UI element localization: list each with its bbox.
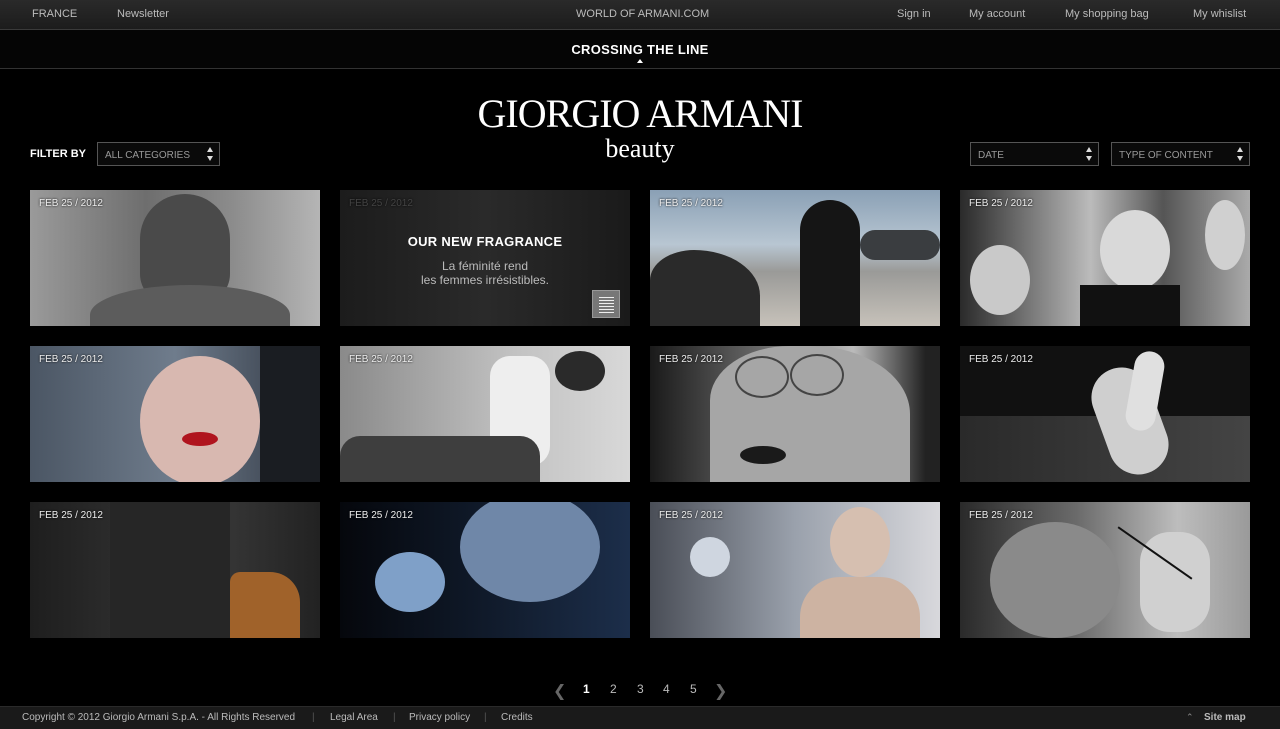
chevron-right-icon[interactable]: ❯	[714, 681, 727, 701]
image-figure	[1140, 532, 1210, 632]
gallery-tile-woman-lips[interactable]: FEB 25 / 2012	[30, 346, 320, 482]
page-link-2[interactable]: 2	[610, 682, 617, 696]
caret-up-icon	[637, 59, 643, 63]
credits-link[interactable]: Credits	[501, 712, 533, 723]
tile-title: OUR NEW FRAGRANCE	[407, 234, 563, 249]
image-figure	[140, 356, 260, 482]
image-figure	[735, 356, 789, 398]
date-select[interactable]: DATE	[970, 142, 1099, 166]
select-arrows-icon	[1237, 147, 1244, 162]
page-link-5[interactable]: 5	[690, 682, 697, 696]
image-figure	[830, 507, 890, 577]
chevron-left-icon[interactable]: ❮	[553, 681, 566, 701]
page-link-3[interactable]: 3	[637, 682, 644, 696]
tile-description: La féminité rend les femmes irrésistible…	[340, 259, 630, 287]
country-selector[interactable]: FRANCE	[32, 8, 77, 20]
gallery-tile-woman-portrait[interactable]: FEB 25 / 2012	[650, 502, 940, 638]
shopping-bag-link[interactable]: My shopping bag	[1065, 8, 1149, 20]
brand-logo[interactable]: GIORGIO ARMANI	[0, 92, 1280, 136]
tile-description-line: les femmes irrésistibles.	[420, 273, 550, 287]
tile-date: FEB 25 / 2012	[969, 354, 1033, 365]
image-figure	[340, 436, 540, 482]
gallery-tile-group[interactable]: FEB 25 / 2012	[960, 190, 1250, 326]
tile-date: FEB 25 / 2012	[659, 354, 723, 365]
legal-area-link[interactable]: Legal Area	[330, 712, 378, 723]
gallery-tile-hands[interactable]: FEB 25 / 2012	[960, 346, 1250, 482]
image-figure	[1100, 210, 1170, 290]
content-type-select[interactable]: TYPE OF CONTENT	[1111, 142, 1250, 166]
top-bar: FRANCE Newsletter WORLD OF ARMANI.COM Si…	[0, 0, 1280, 30]
article-icon[interactable]	[592, 290, 620, 318]
wishlist-link[interactable]: My whislist	[1193, 8, 1246, 20]
gallery-tile-glasses[interactable]: FEB 25 / 2012	[650, 346, 940, 482]
image-figure	[800, 200, 860, 326]
tile-date: FEB 25 / 2012	[349, 198, 413, 209]
tile-date: FEB 25 / 2012	[349, 354, 413, 365]
image-figure	[110, 502, 230, 638]
tile-date: FEB 25 / 2012	[659, 198, 723, 209]
image-figure	[375, 552, 445, 612]
tile-date: FEB 25 / 2012	[39, 198, 103, 209]
gallery-tile-man-pushup[interactable]: FEB 25 / 2012	[340, 346, 630, 482]
copyright-text: Copyright © 2012 Giorgio Armani S.p.A. -…	[22, 712, 296, 723]
image-figure	[740, 446, 786, 464]
newsletter-link[interactable]: Newsletter	[117, 8, 169, 20]
sign-in-link[interactable]: Sign in	[897, 8, 931, 20]
pagination: ❮ 1 2 3 4 5 ❯	[0, 680, 1280, 700]
tile-date: FEB 25 / 2012	[39, 510, 103, 521]
tile-description-line: La féminité rend	[441, 259, 529, 273]
site-title-link[interactable]: WORLD OF ARMANI.COM	[576, 8, 709, 20]
image-figure	[800, 577, 920, 638]
image-figure	[555, 351, 605, 391]
image-figure	[860, 230, 940, 260]
category-select[interactable]: ALL CATEGORIES	[97, 142, 220, 166]
my-account-link[interactable]: My account	[969, 8, 1025, 20]
tile-date: FEB 25 / 2012	[349, 510, 413, 521]
category-select-value: ALL CATEGORIES	[105, 150, 191, 161]
image-figure	[90, 285, 290, 326]
footer-divider: |	[393, 712, 396, 723]
tile-date: FEB 25 / 2012	[39, 354, 103, 365]
select-arrows-icon	[1086, 147, 1093, 162]
page-link-1[interactable]: 1	[583, 682, 590, 696]
gallery-tile-makeup[interactable]: FEB 25 / 2012	[960, 502, 1250, 638]
gallery-tile-handbag[interactable]: FEB 25 / 2012	[30, 502, 320, 638]
image-figure	[650, 250, 760, 326]
image-figure	[990, 522, 1120, 638]
image-figure	[790, 354, 844, 396]
footer: Copyright © 2012 Giorgio Armani S.p.A. -…	[0, 706, 1280, 729]
image-figure	[182, 432, 218, 446]
date-select-value: DATE	[978, 150, 1004, 161]
content-type-select-value: TYPE OF CONTENT	[1119, 150, 1213, 161]
gallery-tile-fragrance[interactable]: FEB 25 / 2012 OUR NEW FRAGRANCE La fémin…	[340, 190, 630, 326]
gallery-tile-portrait-man[interactable]: FEB 25 / 2012	[30, 190, 320, 326]
image-figure	[260, 346, 320, 482]
site-map-link[interactable]: Site map	[1204, 712, 1246, 723]
image-figure	[230, 572, 300, 638]
privacy-policy-link[interactable]: Privacy policy	[409, 712, 470, 723]
filter-label: FILTER BY	[30, 148, 87, 160]
tile-date: FEB 25 / 2012	[659, 510, 723, 521]
select-arrows-icon	[207, 147, 214, 162]
image-figure	[970, 245, 1030, 315]
footer-divider: |	[312, 712, 315, 723]
image-figure	[690, 537, 730, 577]
gallery-tile-blue-face[interactable]: FEB 25 / 2012	[340, 502, 630, 638]
section-bar: CROSSING THE LINE	[0, 30, 1280, 69]
image-figure	[1080, 285, 1180, 326]
tile-date: FEB 25 / 2012	[969, 198, 1033, 209]
image-figure	[460, 502, 600, 602]
tile-date: FEB 25 / 2012	[969, 510, 1033, 521]
chevron-up-icon: ⌃	[1186, 712, 1194, 722]
image-figure	[1205, 200, 1245, 270]
section-title[interactable]: CROSSING THE LINE	[0, 42, 1280, 57]
gallery-tile-beach[interactable]: FEB 25 / 2012	[650, 190, 940, 326]
page-link-4[interactable]: 4	[663, 682, 670, 696]
footer-divider: |	[484, 712, 487, 723]
